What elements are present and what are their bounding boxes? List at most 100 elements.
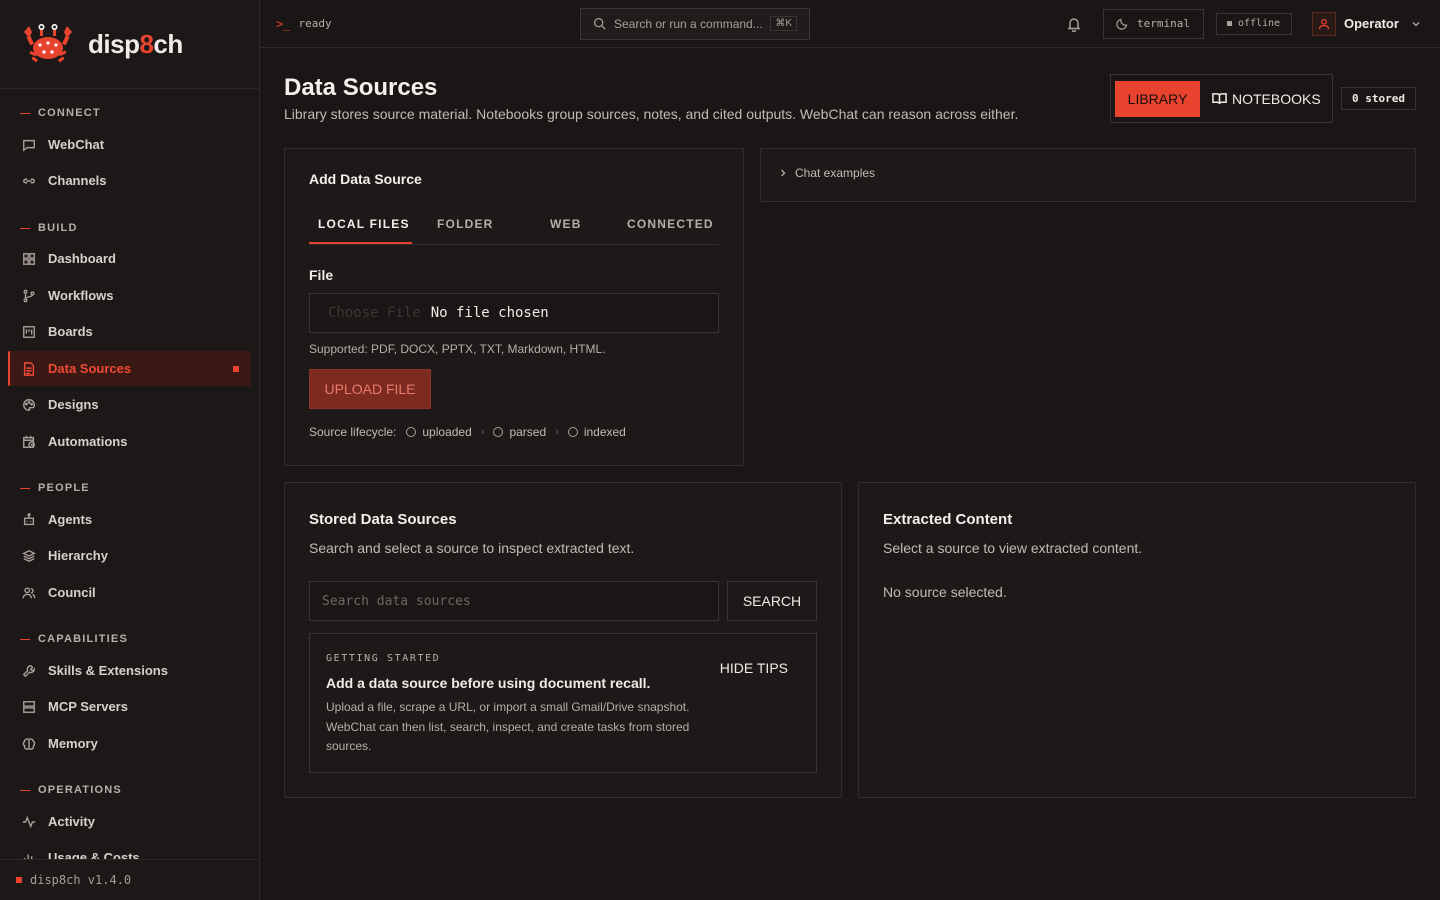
chat-examples-toggle[interactable]: Chat examples	[779, 166, 875, 180]
status-indicator: >_ ready	[276, 17, 332, 31]
status-square-icon	[1227, 21, 1232, 26]
tab-web[interactable]: WEB	[550, 217, 582, 231]
library-view-button[interactable]: LIBRARY	[1115, 80, 1200, 117]
sidebar-item-designs[interactable]: Designs	[8, 387, 251, 422]
tab-local-files[interactable]: LOCAL FILES	[318, 217, 410, 231]
section-title-people: PEOPLE	[0, 478, 90, 498]
command-search-input[interactable]: Search or run a command... ⌘K	[580, 7, 810, 40]
connection-status-text: offline	[1238, 18, 1281, 29]
avatar	[1312, 11, 1336, 36]
wrench-icon	[22, 664, 36, 677]
hide-tips-button[interactable]: HIDE TIPS	[720, 660, 788, 676]
source-lifecycle: Source lifecycle: uploaded › parsed › in…	[309, 425, 626, 439]
upload-file-button[interactable]: UPLOAD FILE	[309, 369, 431, 409]
stored-data-sources-title: Stored Data Sources	[309, 511, 457, 528]
supported-formats: Supported: PDF, DOCX, PPTX, TXT, Markdow…	[309, 342, 606, 356]
search-data-sources-input[interactable]: Search data sources	[309, 581, 719, 621]
status-text: ready	[298, 17, 332, 30]
choose-file-button[interactable]: Choose File	[328, 305, 421, 321]
shortcut-hint: ⌘K	[770, 16, 797, 31]
section-title-build: BUILD	[0, 218, 78, 238]
empty-state-text: No source selected.	[883, 584, 1007, 600]
tips-kicker: GETTING STARTED	[326, 653, 441, 664]
brand-name: disp8ch	[88, 28, 183, 59]
section-title-connect: CONNECT	[0, 103, 101, 123]
sidebar-item-channels[interactable]: Channels	[8, 163, 251, 198]
sidebar-item-agents[interactable]: Agents	[8, 502, 251, 537]
user-name: Operator	[1344, 16, 1399, 31]
sidebar-item-boards[interactable]: Boards	[8, 314, 251, 349]
sidebar-item-workflows[interactable]: Workflows	[8, 278, 251, 313]
terminal-prompt-icon: >_	[276, 16, 291, 31]
chat-examples-card[interactable]: Chat examples	[760, 148, 1416, 202]
user-menu[interactable]: Operator	[1312, 11, 1421, 36]
sidebar-item-dashboard[interactable]: Dashboard	[8, 241, 251, 276]
lifecycle-label: Source lifecycle:	[309, 425, 397, 439]
active-indicator	[233, 365, 239, 372]
server-icon	[23, 700, 35, 713]
source-type-tabs: LOCAL FILES FOLDER WEB CONNECTED	[309, 209, 719, 245]
branch-icon	[23, 289, 35, 302]
sidebar-item-mcp-servers[interactable]: MCP Servers	[8, 689, 251, 724]
board-icon	[23, 325, 35, 338]
section-title-operations: OPERATIONS	[0, 780, 122, 800]
tab-folder[interactable]: FOLDER	[437, 217, 494, 231]
tab-connected[interactable]: CONNECTED	[627, 217, 714, 231]
bar-chart-icon	[23, 854, 33, 859]
page-title: Data Sources	[284, 74, 438, 101]
activity-icon	[22, 815, 36, 828]
link-icon	[23, 178, 35, 183]
theme-label: terminal	[1137, 17, 1190, 30]
layers-icon	[22, 549, 36, 562]
sidebar-item-automations[interactable]: Automations	[8, 424, 251, 459]
add-data-source-card: Add Data Source LOCAL FILES FOLDER WEB C…	[284, 148, 744, 466]
brand[interactable]: disp8ch	[0, 0, 259, 89]
sidebar-item-skills-extensions[interactable]: Skills & Extensions	[8, 653, 251, 688]
view-switcher: LIBRARY NOTEBOOKS	[1110, 74, 1333, 123]
sidebar-item-activity[interactable]: Activity	[8, 804, 251, 839]
sidebar-item-usage-costs[interactable]: Usage & Costs	[8, 840, 251, 859]
sidebar-item-data-sources[interactable]: Data Sources	[8, 351, 251, 386]
search-icon	[593, 17, 606, 30]
file-icon	[23, 361, 35, 376]
search-button[interactable]: SEARCH	[727, 581, 817, 621]
stored-data-sources-card: Stored Data Sources Search and select a …	[284, 482, 842, 798]
main-content: Data Sources Library stores source mater…	[260, 48, 1440, 900]
tips-body: Upload a file, scrape a URL, or import a…	[326, 700, 690, 753]
command-search-placeholder: Search or run a command...	[614, 16, 763, 31]
chat-examples-label: Chat examples	[795, 166, 876, 180]
users-icon	[22, 586, 36, 598]
add-data-source-title: Add Data Source	[309, 171, 422, 187]
lifecycle-step-parsed: parsed	[493, 425, 546, 439]
file-input[interactable]: Choose File No file chosen	[309, 293, 719, 333]
notebooks-view-button[interactable]: NOTEBOOKS	[1212, 91, 1321, 107]
topbar: >_ ready Search or run a command... ⌘K t…	[260, 0, 1440, 48]
book-open-icon	[1212, 93, 1227, 105]
theme-toggle-button[interactable]: terminal	[1103, 8, 1204, 39]
version-label: disp8ch v1.4.0	[30, 873, 132, 887]
grid-icon	[23, 252, 35, 265]
bell-icon	[1067, 17, 1081, 32]
extracted-content-title: Extracted Content	[883, 511, 1013, 528]
active-tab-underline	[309, 242, 412, 244]
stored-data-sources-description: Search and select a source to inspect ex…	[309, 540, 635, 556]
extracted-content-description: Select a source to view extracted conten…	[883, 540, 1143, 556]
notebooks-label: NOTEBOOKS	[1232, 90, 1321, 107]
brain-icon	[22, 737, 36, 750]
sidebar-item-memory[interactable]: Memory	[8, 726, 251, 761]
file-label: File	[309, 267, 334, 283]
section-title-capabilities: CAPABILITIES	[0, 629, 128, 649]
chevron-right-icon	[780, 169, 786, 177]
notifications-button[interactable]	[1066, 16, 1082, 32]
lifecycle-step-indexed: indexed	[567, 425, 626, 439]
stored-count-badge: 0 stored	[1341, 87, 1416, 110]
file-chosen-status: No file chosen	[430, 305, 549, 321]
sidebar-nav: CONNECT WebChat Channels BUILD Dashboard…	[0, 89, 259, 859]
sidebar-item-council[interactable]: Council	[8, 575, 251, 610]
chevron-right-icon: ›	[480, 426, 485, 438]
sidebar-item-hierarchy[interactable]: Hierarchy	[8, 538, 251, 573]
sidebar-item-webchat[interactable]: WebChat	[8, 127, 251, 162]
chevron-down-icon	[1412, 21, 1420, 27]
chevron-right-icon: ›	[555, 426, 559, 438]
connection-status-badge: offline	[1216, 12, 1292, 35]
